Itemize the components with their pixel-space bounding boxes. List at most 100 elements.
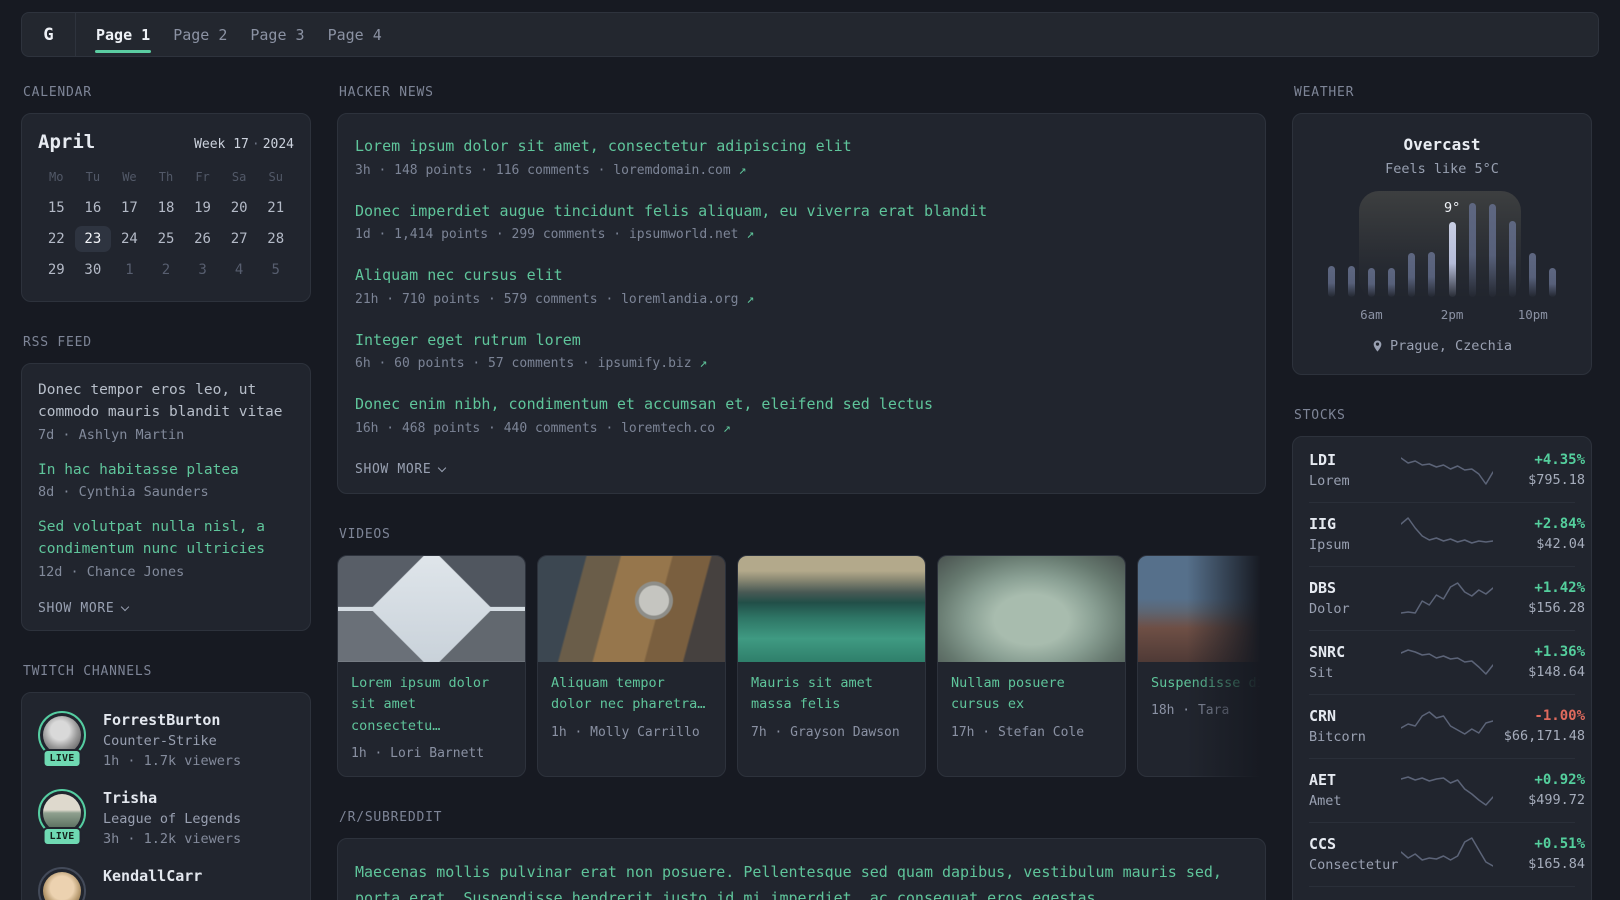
stock-sparkline <box>1401 771 1493 809</box>
twitch-channel-row[interactable]: KendallCarr <box>38 866 294 900</box>
twitch-channel-row[interactable]: LIVE Trisha League of Legends 3h · 1.2k … <box>38 788 294 847</box>
video-thumbnail[interactable] <box>338 555 525 662</box>
rss-item[interactable]: Donec tempor eros leo, ut commodo mauris… <box>38 380 294 443</box>
news-item: Donec enim nibh, condimentum et accumsan… <box>355 393 1248 436</box>
rss-item[interactable]: In hac habitasse platea 8d · Cynthia Sau… <box>38 460 294 501</box>
calendar-weekday: Sa <box>231 170 247 184</box>
tab-page-4[interactable]: Page 4 <box>317 13 393 56</box>
stock-price: $156.28 <box>1528 600 1585 616</box>
calendar-week-label: Week 17 <box>194 137 249 152</box>
twitch-channel-meta: 1h · 1.7k viewers <box>103 752 242 769</box>
tab-page-3[interactable]: Page 3 <box>239 13 315 56</box>
news-item-title[interactable]: Maecenas mollis pulvinar erat non posuer… <box>355 860 1248 900</box>
calendar-week-year: Week 17 · 2024 <box>194 137 294 152</box>
middle-column: HACKER NEWS Lorem ipsum dolor sit amet, … <box>337 85 1266 900</box>
weather-condition: Overcast <box>1403 135 1481 154</box>
news-item: Donec imperdiet augue tincidunt felis al… <box>355 200 1248 243</box>
rss-item[interactable]: Sed volutpat nulla nisl, a condimentum n… <box>38 517 294 580</box>
news-item-domain-link[interactable]: ipsumify.biz ↗ <box>598 356 708 371</box>
hacker-news-list: Lorem ipsum dolor sit amet, consectetur … <box>355 135 1248 436</box>
sparkline-chart <box>1401 649 1493 675</box>
news-item-domain-link[interactable]: loremdomain.com ↗ <box>613 163 746 178</box>
calendar-section: CALENDAR April Week 17 · 2024 Mo Tu We Th Fr Sa… <box>21 85 311 302</box>
stock-name: Lorem <box>1309 473 1350 489</box>
rss-item-title[interactable]: Sed volutpat nulla nisl, a condimentum n… <box>38 517 294 561</box>
stock-row[interactable]: LDI Lorem +4.35% $795.18 <box>1309 439 1585 503</box>
video-card[interactable]: Mauris sit amet massa felis 7h · Grayson… <box>737 554 926 778</box>
news-item-domain-link[interactable]: loremlandia.org ↗ <box>621 292 754 307</box>
hacker-news-widget: Lorem ipsum dolor sit amet, consectetur … <box>337 113 1266 494</box>
rss-item-title[interactable]: Donec tempor eros leo, ut commodo mauris… <box>38 380 294 424</box>
stock-name: Sit <box>1309 665 1334 681</box>
video-card[interactable]: Lorem ipsum dolor sit amet consectetu… 1… <box>337 554 526 778</box>
calendar-weekday: Th <box>158 170 174 184</box>
twitch-channel-info: KendallCarr <box>103 867 202 900</box>
chevron-down-icon <box>438 463 447 472</box>
news-item-title[interactable]: Donec enim nibh, condimentum et accumsan… <box>355 393 1248 416</box>
twitch-avatar-wrap: LIVE <box>38 710 86 768</box>
calendar-day: 4 <box>234 262 244 278</box>
stock-change-percent: +1.36% <box>1534 644 1585 660</box>
calendar-day: 19 <box>194 200 211 216</box>
video-thumbnail[interactable] <box>538 555 725 662</box>
news-item-title[interactable]: Lorem ipsum dolor sit amet, consectetur … <box>355 135 1248 158</box>
video-title[interactable]: Aliquam tempor dolor nec pharetra… <box>551 673 712 716</box>
twitch-channel-row[interactable]: LIVE ForrestBurton Counter-Strike 1h · 1… <box>38 710 294 769</box>
calendar-weekday: We <box>122 170 137 184</box>
sparkline-chart <box>1401 517 1493 544</box>
sparkline-chart <box>1401 457 1493 485</box>
twitch-section: TWITCH CHANNELS LIVE ForrestBurton Count… <box>21 664 311 900</box>
hn-show-more-button[interactable]: SHOW MORE <box>355 462 447 477</box>
stock-row[interactable]: CCS Consectetur +0.51% $165.84 <box>1309 823 1585 887</box>
stock-change-percent: +1.42% <box>1534 580 1585 596</box>
video-thumbnail[interactable] <box>1138 555 1266 662</box>
tab-page-1[interactable]: Page 1 <box>85 13 161 56</box>
stock-row[interactable]: AET Amet +0.92% $499.72 <box>1309 759 1585 823</box>
stock-price: $499.72 <box>1528 792 1585 808</box>
weather-bar <box>1367 267 1375 297</box>
stock-row[interactable]: CRN Bitcorn -1.00% $66,171.48 <box>1309 695 1585 759</box>
stock-row[interactable]: IIG Ipsum +2.84% $42.04 <box>1309 503 1585 567</box>
videos-section-title: VIDEOS <box>339 526 391 542</box>
current-temp-label: 9° <box>1443 199 1461 216</box>
news-item: Aliquam nec cursus elit 21h · 710 points… <box>355 264 1248 307</box>
video-card[interactable]: Aliquam tempor dolor nec pharetra… 1h · … <box>537 554 726 778</box>
calendar-day: 20 <box>230 200 248 216</box>
news-item-title[interactable]: Donec imperdiet augue tincidunt felis al… <box>355 200 1248 223</box>
news-item: Maecenas mollis pulvinar erat non posuer… <box>355 860 1248 900</box>
twitch-channel-name[interactable]: KendallCarr <box>103 867 202 885</box>
video-card[interactable]: Suspendisse diam 18h · Tara <box>1137 554 1266 778</box>
video-title[interactable]: Suspendisse diam <box>1151 673 1266 695</box>
stock-name: Consectetur <box>1309 857 1399 873</box>
stocks-section-title: STOCKS <box>1294 408 1346 423</box>
video-card[interactable]: Nullam posuere cursus ex 17h · Stefan Co… <box>937 554 1126 778</box>
video-title[interactable]: Nullam posuere cursus ex <box>951 673 1112 716</box>
stock-values: +2.84% $42.04 <box>1493 516 1585 552</box>
stock-name: Amet <box>1309 793 1342 809</box>
video-thumbnail[interactable] <box>938 555 1125 662</box>
calendar-day: 22 <box>47 231 65 247</box>
video-meta: 1h · Molly Carrillo <box>551 724 700 740</box>
stock-row[interactable]: SNRC Sit +1.36% $148.64 <box>1309 631 1585 695</box>
twitch-channel-name[interactable]: ForrestBurton <box>103 711 241 729</box>
weather-bar <box>1529 252 1537 297</box>
stock-row[interactable]: AHS +0.46% <box>1309 887 1575 900</box>
app-logo[interactable]: G <box>22 13 75 56</box>
news-item-domain-link[interactable]: ipsumworld.net ↗ <box>629 227 754 242</box>
video-thumbnail[interactable] <box>738 555 925 662</box>
news-item-domain: loremlandia.org <box>621 291 739 307</box>
tab-page-2[interactable]: Page 2 <box>162 13 238 56</box>
news-item-title[interactable]: Aliquam nec cursus elit <box>355 264 1248 287</box>
twitch-channel-game: Counter-Strike <box>103 732 217 749</box>
stock-values: +1.42% $156.28 <box>1493 580 1585 616</box>
news-item-domain: ipsumify.biz <box>597 356 692 371</box>
video-title[interactable]: Mauris sit amet massa felis <box>751 673 912 716</box>
video-title[interactable]: Lorem ipsum dolor sit amet consectetu… <box>351 673 512 738</box>
twitch-channel-name[interactable]: Trisha <box>103 789 241 807</box>
news-item-domain-link[interactable]: loremtech.co ↗ <box>621 421 731 436</box>
stock-row[interactable]: DBS Dolor +1.42% $156.28 <box>1309 567 1585 631</box>
calendar-day: 18 <box>157 200 175 216</box>
news-item-title[interactable]: Integer eget rutrum lorem <box>355 329 1248 352</box>
rss-item-title[interactable]: In hac habitasse platea <box>38 460 294 482</box>
rss-show-more-button[interactable]: SHOW MORE <box>38 601 130 616</box>
